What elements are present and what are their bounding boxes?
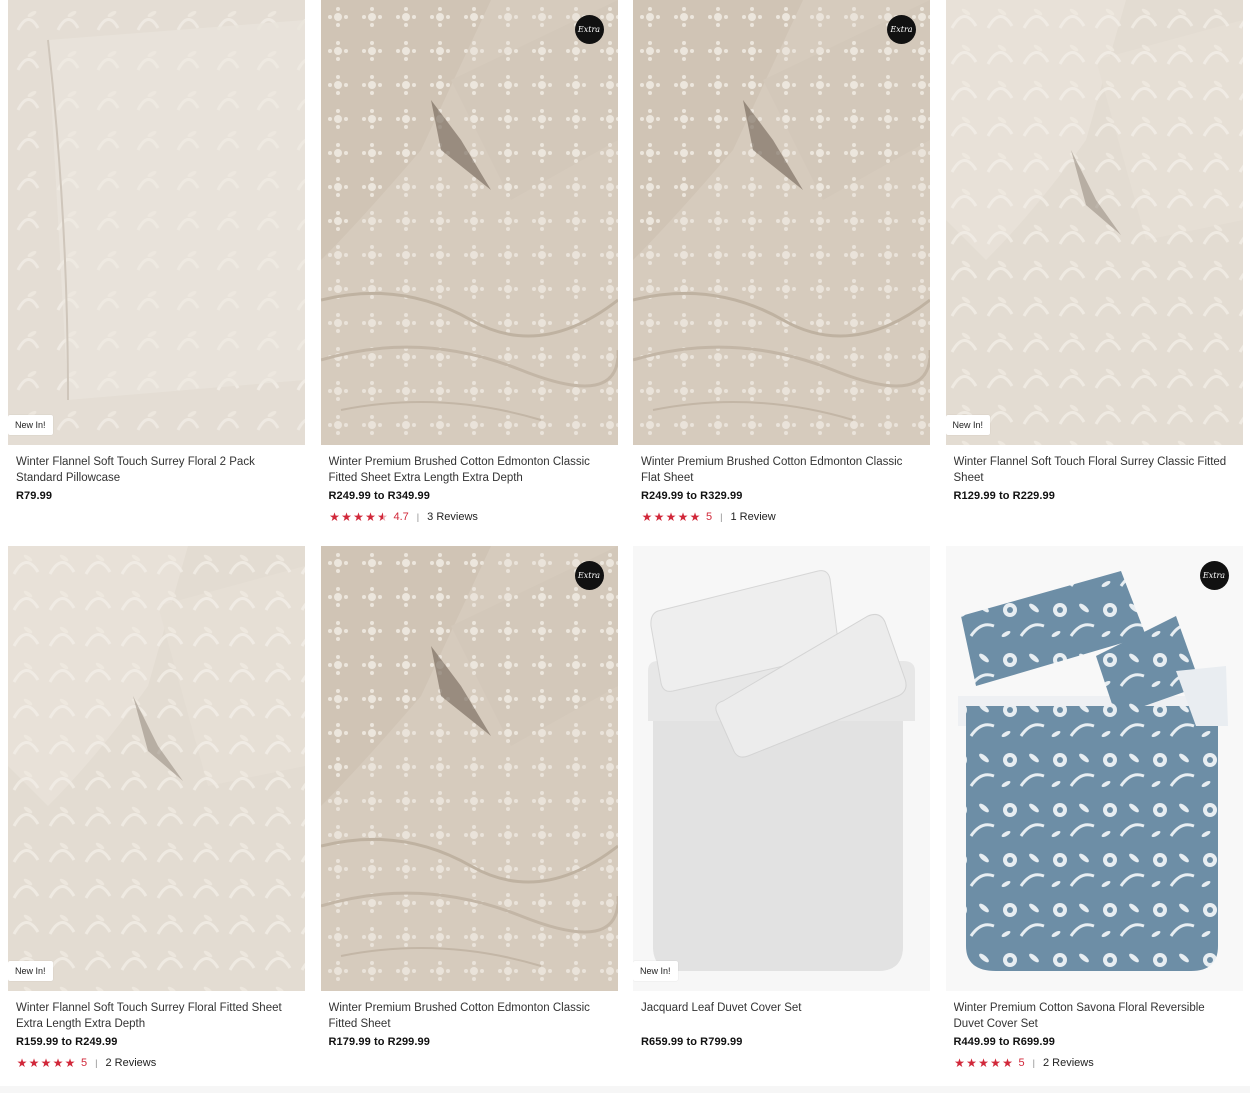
star-icon: ★ <box>954 1056 965 1070</box>
star-icon: ★ <box>365 510 376 524</box>
product-card[interactable]: New In! Winter Flannel Soft Touch Floral… <box>945 0 1243 546</box>
extra-badge-icon: Extra <box>1199 561 1229 590</box>
extra-badge-icon: Extra <box>574 561 604 590</box>
star-icon: ★ <box>16 1056 28 1070</box>
star-icon: ★ <box>677 510 689 524</box>
product-card[interactable]: New In! Winter Flannel Soft Touch Surrey… <box>8 0 305 546</box>
extra-badge-icon: Extra <box>887 15 916 44</box>
product-price: R179.99 to R299.99 <box>328 1036 430 1048</box>
rating-value: 4.7 <box>393 511 409 523</box>
star-icon: ★ <box>653 510 665 524</box>
product-image[interactable]: Extra <box>945 546 1243 991</box>
product-price: R659.99 to R799.99 <box>641 1036 743 1048</box>
star-icon: ★ <box>966 1056 977 1070</box>
star-icon: ★ <box>377 510 388 524</box>
reviews-link[interactable]: 1 Review <box>730 511 775 523</box>
star-icon: ★ <box>28 1056 40 1070</box>
star-icon: ★ <box>40 1056 52 1070</box>
product-title[interactable]: Winter Flannel Soft Touch Surrey Floral … <box>16 1000 297 1032</box>
product-card[interactable]: New In! Winter Flannel Soft Touch Surrey… <box>8 546 305 1092</box>
star-icon: ★ <box>665 510 677 524</box>
star-icon: ★ <box>329 510 340 524</box>
product-info: Winter Premium Brushed Cotton Edmonton C… <box>321 445 618 524</box>
product-info: Winter Premium Brushed Cotton Edmonton C… <box>633 445 930 524</box>
product-price: R249.99 to R349.99 <box>328 490 430 502</box>
product-info: Winter Premium Cotton Savona Floral Reve… <box>946 991 1243 1070</box>
rating-separator: | <box>1032 1058 1035 1068</box>
product-image[interactable]: New In! <box>945 0 1243 445</box>
product-rating[interactable]: ★ ★ ★ ★ ★ 5 | 2 Reviews <box>16 1056 297 1070</box>
product-price: R159.99 to R249.99 <box>16 1036 118 1048</box>
star-icon: ★ <box>990 1056 1001 1070</box>
star-icon: ★ <box>64 1056 76 1070</box>
rating-stars: ★ ★ ★ ★ ★ <box>641 510 701 524</box>
rating-separator: | <box>720 512 723 522</box>
product-card[interactable]: Extra Winter Premium Brushed Cotton Edmo… <box>320 0 618 546</box>
rating-stars: ★ ★ ★ ★ ★ <box>16 1056 76 1070</box>
product-info: Jacquard Leaf Duvet Cover Set R659.99 to… <box>633 991 930 1048</box>
product-image[interactable]: New In! <box>633 546 930 991</box>
reviews-link[interactable]: 2 Reviews <box>1043 1057 1094 1069</box>
star-icon: ★ <box>689 510 701 524</box>
product-image[interactable]: New In! <box>8 0 305 445</box>
product-title[interactable]: Winter Flannel Soft Touch Floral Surrey … <box>954 454 1235 486</box>
product-card[interactable]: Extra Winter Premium Cotton Savona Flora… <box>945 546 1243 1092</box>
reviews-link[interactable]: 2 Reviews <box>105 1057 156 1069</box>
product-rating[interactable]: ★ ★ ★ ★ ★ 5 | 2 Reviews <box>954 1056 1235 1070</box>
product-price: R129.99 to R229.99 <box>953 490 1055 502</box>
product-title[interactable]: Winter Flannel Soft Touch Surrey Floral … <box>16 454 297 486</box>
rating-value: 5 <box>706 511 713 523</box>
product-image[interactable]: Extra <box>320 0 618 445</box>
rating-stars: ★ ★ ★ ★ ★ <box>329 510 389 524</box>
product-title[interactable]: Jacquard Leaf Duvet Cover Set <box>641 1000 922 1032</box>
product-info: Winter Flannel Soft Touch Surrey Floral … <box>8 445 305 502</box>
rating-separator: | <box>416 512 420 522</box>
reviews-link[interactable]: 3 Reviews <box>427 511 478 523</box>
rating-value: 5 <box>81 1057 88 1069</box>
rating-value: 5 <box>1018 1057 1025 1069</box>
star-icon: ★ <box>641 510 653 524</box>
star-icon: ★ <box>52 1056 64 1070</box>
rating-separator: | <box>95 1058 98 1068</box>
star-icon: ★ <box>341 510 352 524</box>
product-price: R249.99 to R329.99 <box>641 490 743 502</box>
new-in-badge: New In! <box>945 415 991 435</box>
product-title[interactable]: Winter Premium Brushed Cotton Edmonton C… <box>329 1000 610 1032</box>
product-rating[interactable]: ★ ★ ★ ★ ★ 4.7 | 3 Reviews <box>329 510 610 524</box>
product-image[interactable]: New In! <box>8 546 305 991</box>
product-price: R79.99 <box>16 490 53 502</box>
star-icon: ★ <box>978 1056 989 1070</box>
product-card[interactable]: Extra Winter Premium Brushed Cotton Edmo… <box>320 546 618 1092</box>
product-info: Winter Premium Brushed Cotton Edmonton C… <box>321 991 618 1048</box>
new-in-badge: New In! <box>633 961 678 981</box>
product-title[interactable]: Winter Premium Cotton Savona Floral Reve… <box>954 1000 1235 1032</box>
product-info: Winter Flannel Soft Touch Surrey Floral … <box>8 991 305 1070</box>
product-card[interactable]: Extra Winter Premium Brushed Cotton Edmo… <box>633 0 930 546</box>
page-bottom-strip <box>0 1086 1250 1093</box>
product-grid: New In! Winter Flannel Soft Touch Surrey… <box>8 0 1243 1092</box>
product-image[interactable]: Extra <box>320 546 618 991</box>
product-rating[interactable]: ★ ★ ★ ★ ★ 5 | 1 Review <box>641 510 922 524</box>
new-in-badge: New In! <box>8 415 53 435</box>
extra-badge-icon: Extra <box>574 15 604 44</box>
product-image[interactable]: Extra <box>633 0 930 445</box>
star-icon: ★ <box>353 510 364 524</box>
product-title[interactable]: Winter Premium Brushed Cotton Edmonton C… <box>329 454 610 486</box>
product-card[interactable]: New In! Jacquard Leaf Duvet Cover Set R6… <box>633 546 930 1092</box>
star-icon: ★ <box>1002 1056 1013 1070</box>
rating-stars: ★ ★ ★ ★ ★ <box>954 1056 1014 1070</box>
new-in-badge: New In! <box>8 961 53 981</box>
product-info: Winter Flannel Soft Touch Floral Surrey … <box>946 445 1243 502</box>
product-price: R449.99 to R699.99 <box>953 1036 1055 1048</box>
product-title[interactable]: Winter Premium Brushed Cotton Edmonton C… <box>641 454 922 486</box>
